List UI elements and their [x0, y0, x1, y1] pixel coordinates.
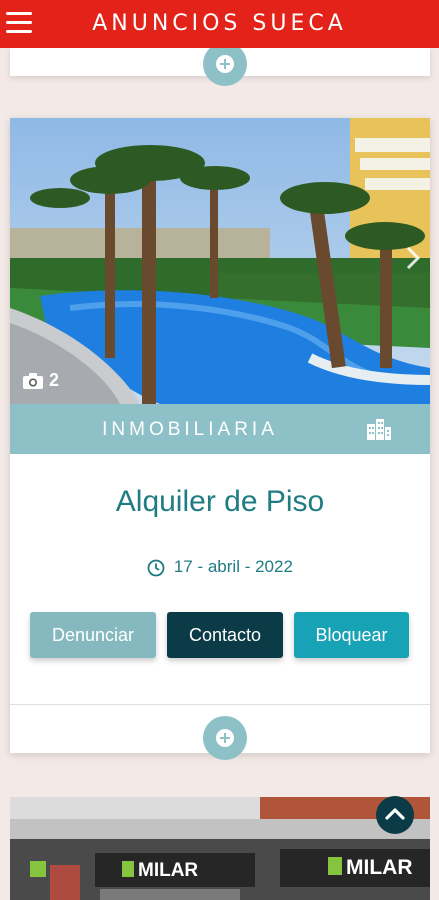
category-bar: INMOBILIARIA: [10, 404, 430, 454]
scroll-to-top-button[interactable]: [376, 796, 414, 834]
store-sign-right: MILAR: [346, 856, 413, 879]
category-label: INMOBILIARIA: [102, 419, 278, 440]
ad-date-value: 17 - abril - 2022: [173, 557, 293, 576]
buildings-icon: [366, 418, 392, 445]
ad-title[interactable]: Alquiler de Piso: [10, 485, 430, 519]
card-divider: [10, 704, 430, 705]
expand-ad-button[interactable]: [203, 716, 247, 760]
app-title: ANUNCIOS SUECA: [92, 11, 347, 36]
expand-previous-ad-button[interactable]: [203, 42, 247, 86]
pool-photo-image: [10, 118, 430, 404]
ad-date: 17 - abril - 2022: [10, 557, 430, 577]
next-photo-button[interactable]: [406, 246, 421, 275]
contact-button[interactable]: Contacto: [167, 612, 283, 658]
plus-icon: [216, 729, 234, 747]
photo-count-value: 2: [49, 370, 60, 390]
chevron-up-icon: [385, 808, 405, 820]
chevron-right-icon: [406, 246, 421, 270]
top-app-bar: ANUNCIOS SUECA: [0, 0, 439, 48]
camera-icon: [23, 373, 43, 390]
next-ad-card[interactable]: MILAR MILAR: [10, 797, 430, 900]
plus-icon: [216, 55, 234, 73]
store-photo-image: [10, 797, 430, 900]
photo-count: 2: [22, 370, 59, 391]
report-button[interactable]: Denunciar: [30, 612, 156, 658]
ad-card: 2 INMOBILIARIA Alquiler de Piso 17 - abr…: [10, 118, 430, 753]
clock-icon: [147, 559, 165, 576]
ad-photo[interactable]: 2: [10, 118, 430, 404]
block-button[interactable]: Bloquear: [294, 612, 409, 658]
store-sign-left: MILAR: [138, 860, 199, 881]
